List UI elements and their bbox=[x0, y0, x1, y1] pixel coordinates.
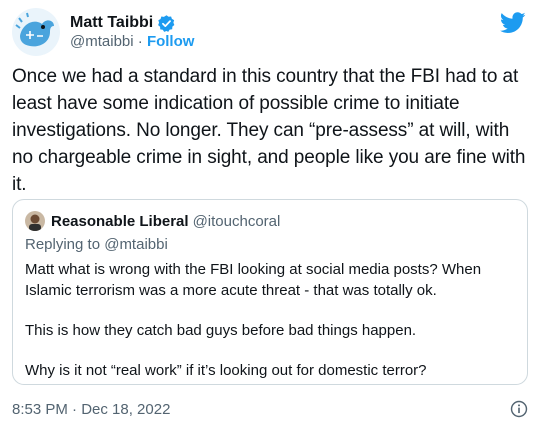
info-icon[interactable] bbox=[510, 400, 528, 418]
quoted-author-name: Reasonable Liberal bbox=[51, 212, 189, 230]
author-avatar[interactable] bbox=[12, 8, 60, 56]
author-name-row: Matt Taibbi bbox=[70, 12, 176, 34]
quoted-paragraph: Matt what is wrong with the FBI looking … bbox=[25, 261, 482, 299]
author-avatar-image bbox=[12, 8, 60, 56]
handle-separator: · bbox=[133, 33, 147, 50]
author-handle-row: @mtaibbi · Follow bbox=[70, 33, 194, 50]
tweet-text: Once we had a standard in this country t… bbox=[12, 66, 526, 195]
quoted-paragraph: Why is it not “real work” if it’s lookin… bbox=[25, 362, 427, 379]
quoted-author-handle: @itouchcoral bbox=[192, 212, 281, 230]
quoted-paragraph: This is how they catch bad guys before b… bbox=[25, 322, 417, 339]
quoted-text: Matt what is wrong with the FBI looking … bbox=[25, 259, 515, 400]
quoted-tweet[interactable]: Reasonable Liberal @itouchcoral Replying… bbox=[12, 199, 528, 385]
quoted-author-avatar bbox=[25, 211, 45, 231]
follow-button[interactable]: Follow bbox=[147, 33, 195, 50]
quoted-header: Reasonable Liberal @itouchcoral bbox=[25, 210, 280, 232]
author-handle[interactable]: @mtaibbi bbox=[70, 33, 134, 50]
author-name[interactable]: Matt Taibbi bbox=[70, 14, 153, 32]
tweet-card: Matt Taibbi @mtaibbi · Follow Once we ha… bbox=[0, 0, 542, 427]
verified-badge-icon bbox=[157, 14, 176, 33]
tweet-timestamp[interactable]: 8:53 PM · Dec 18, 2022 bbox=[12, 401, 170, 418]
replying-to-label: Replying to @mtaibbi bbox=[25, 236, 168, 253]
twitter-bird-icon[interactable] bbox=[499, 12, 526, 34]
